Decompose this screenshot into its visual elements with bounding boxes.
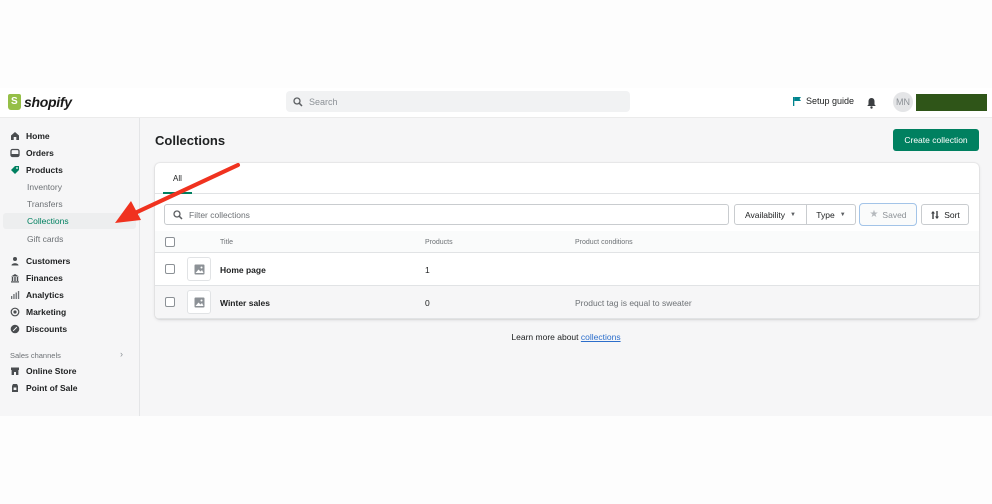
sort-label: Sort [944, 209, 960, 220]
sidebar-item-point-of-sale[interactable]: Point of Sale [10, 380, 77, 396]
sidebar-item-label: Products [26, 165, 63, 175]
tab-all[interactable]: All [163, 163, 192, 194]
tag-icon [10, 165, 20, 175]
type-label: Type [816, 209, 835, 220]
person-icon [10, 256, 20, 266]
sidebar-item-label: Orders [26, 148, 54, 158]
sidebar-item-label: Analytics [26, 290, 64, 300]
shopify-logo[interactable]: shopify [8, 94, 72, 110]
table-row[interactable]: Home page 1 [155, 253, 979, 286]
sidebar-subitem-inventory[interactable]: Inventory [27, 182, 62, 192]
caret-down-icon: ▼ [790, 211, 796, 218]
column-products[interactable]: Products [425, 231, 453, 253]
image-icon [194, 264, 204, 274]
sidebar-item-label: Home [26, 131, 50, 141]
collection-thumbnail [187, 290, 211, 314]
saved-label: Saved [882, 209, 907, 220]
sidebar-item-customers[interactable]: Customers [10, 253, 70, 269]
sidebar-item-analytics[interactable]: Analytics [10, 287, 64, 303]
orders-icon [10, 148, 20, 158]
learn-more-text: Learn more about collections [0, 332, 992, 342]
row-checkbox[interactable] [165, 264, 175, 274]
pos-icon [10, 383, 20, 393]
sidebar: Home Orders Products Inventory Transfers… [0, 118, 140, 416]
store-icon [10, 366, 20, 376]
table-header: Title Products Product conditions [155, 231, 979, 253]
filter-button-group: Availability ▼ Type ▼ [734, 204, 856, 225]
collections-card: All Availability ▼ Type ▼ ★ Saved Sort [155, 163, 979, 319]
star-icon: ★ [869, 209, 879, 220]
active-item-highlight [3, 213, 136, 229]
sidebar-subitem-gift-cards[interactable]: Gift cards [27, 234, 63, 244]
column-product-conditions[interactable]: Product conditions [575, 231, 633, 253]
sort-arrows-icon [931, 210, 940, 219]
type-filter-button[interactable]: Type ▼ [807, 204, 856, 225]
product-conditions: Product tag is equal to sweater [575, 297, 692, 308]
filter-collections-field[interactable] [164, 204, 729, 225]
sidebar-item-label: Finances [26, 273, 63, 283]
sidebar-item-label: Customers [26, 256, 71, 266]
column-title[interactable]: Title [220, 231, 233, 253]
bank-icon [10, 273, 20, 283]
sidebar-item-marketing[interactable]: Marketing [10, 304, 66, 320]
bell-icon [867, 98, 876, 109]
sidebar-item-label: Online Store [26, 366, 77, 376]
flag-icon [793, 97, 801, 106]
sidebar-subitem-transfers[interactable]: Transfers [27, 199, 63, 209]
sidebar-item-home[interactable]: Home [10, 128, 50, 144]
sidebar-item-label: Marketing [26, 307, 67, 317]
sidebar-item-finances[interactable]: Finances [10, 270, 63, 286]
chevron-right-icon[interactable]: › [120, 349, 123, 359]
product-count: 1 [425, 264, 430, 275]
target-icon [10, 307, 20, 317]
collection-title[interactable]: Home page [220, 253, 266, 286]
sidebar-item-orders[interactable]: Orders [10, 145, 54, 161]
logo-text: shopify [24, 94, 72, 110]
filter-collections-input[interactable] [189, 209, 689, 220]
create-collection-button[interactable]: Create collection [893, 129, 979, 151]
bar-chart-icon [10, 290, 20, 300]
sidebar-item-products[interactable]: Products [10, 162, 63, 178]
select-all-checkbox[interactable] [165, 237, 175, 247]
top-bar: shopify Setup guide MN [0, 88, 992, 118]
availability-filter-button[interactable]: Availability ▼ [734, 204, 807, 225]
search-input[interactable] [309, 96, 609, 107]
avatar[interactable]: MN [893, 92, 913, 112]
search-bar[interactable] [286, 91, 630, 112]
app-window: shopify Setup guide MN Home Orders Produ… [0, 88, 992, 416]
product-count: 0 [425, 297, 430, 308]
store-name-redacted[interactable] [916, 94, 987, 111]
setup-guide-link[interactable]: Setup guide [792, 96, 854, 106]
setup-guide-label: Setup guide [806, 96, 855, 106]
row-checkbox[interactable] [165, 297, 175, 307]
availability-label: Availability [745, 209, 786, 220]
notifications-button[interactable] [866, 96, 877, 114]
shopify-bag-icon [8, 94, 21, 110]
sidebar-item-online-store[interactable]: Online Store [10, 363, 77, 379]
collections-help-link[interactable]: collections [581, 332, 621, 342]
image-icon [194, 297, 204, 307]
saved-button[interactable]: ★ Saved [859, 203, 917, 226]
sidebar-subitem-collections[interactable]: Collections [27, 216, 69, 226]
collection-thumbnail [187, 257, 211, 281]
collection-title[interactable]: Winter sales [220, 286, 270, 319]
sort-button[interactable]: Sort [921, 204, 969, 225]
sales-channels-heading: Sales channels [10, 351, 61, 360]
tab-bar: All [155, 163, 979, 194]
page-title: Collections [155, 133, 226, 148]
table-row[interactable]: Winter sales 0 Product tag is equal to s… [155, 286, 979, 319]
home-icon [10, 131, 20, 141]
caret-down-icon: ▼ [839, 211, 846, 218]
learn-more-prefix: Learn more about [511, 332, 581, 342]
search-icon [293, 96, 303, 107]
search-icon [173, 209, 183, 220]
sidebar-item-label: Point of Sale [26, 383, 78, 393]
